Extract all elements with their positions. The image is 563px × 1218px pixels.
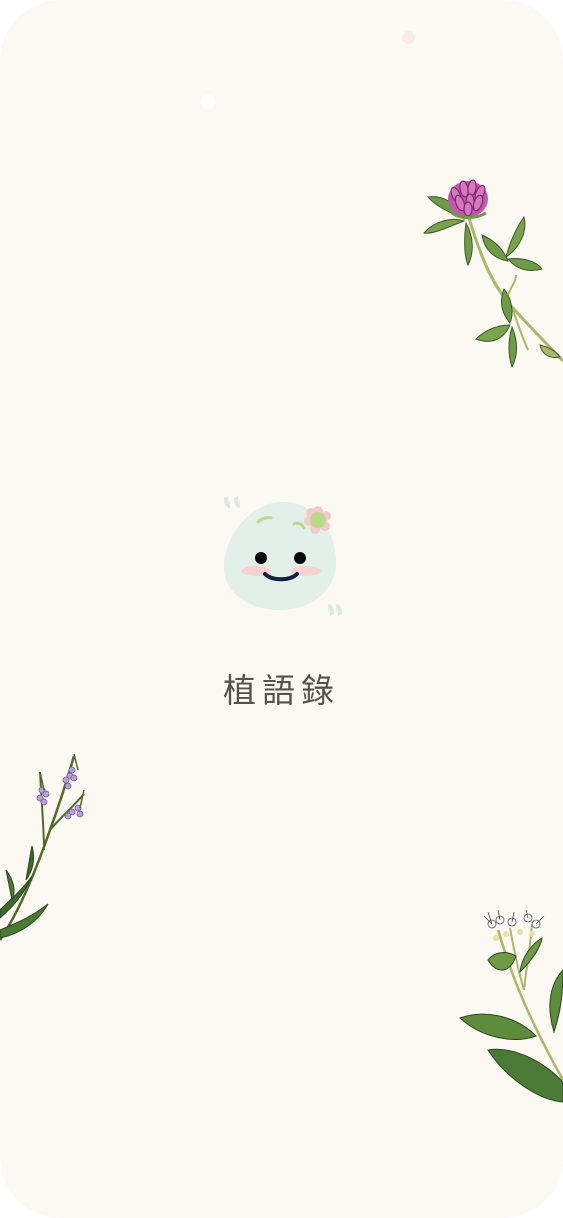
splash-screen: 植語錄 — [0, 0, 563, 1218]
faint-pink-dot — [402, 31, 415, 44]
red-clover-illustration — [423, 179, 563, 369]
app-title: 植語錄 — [223, 671, 340, 710]
close-quote-icon — [328, 604, 342, 616]
vervain-illustration — [0, 753, 85, 941]
mascot-illustration — [223, 496, 342, 616]
faint-white-dot — [201, 95, 215, 109]
open-quote-icon — [224, 496, 240, 508]
white-flower-illustration — [459, 910, 563, 1103]
